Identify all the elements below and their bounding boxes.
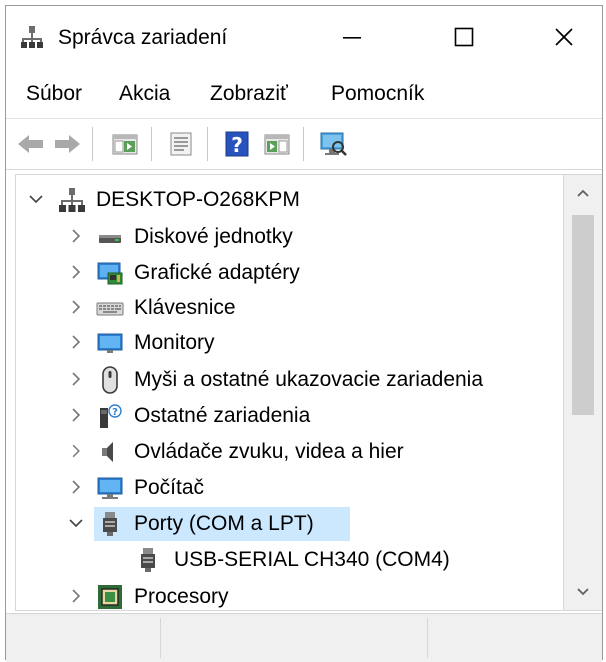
port-icon (141, 548, 155, 572)
mouse-icon (102, 366, 118, 394)
chevron-right-icon[interactable] (68, 479, 84, 495)
properties-icon[interactable] (166, 129, 196, 159)
tree-item-label: Klávesnice (134, 296, 236, 319)
svg-text:?: ? (231, 133, 243, 157)
toolbar-separator (207, 127, 208, 161)
tree-item-ports[interactable]: Porty (COM a LPT) (16, 507, 563, 541)
tree-item-label: Myši a ostatné ukazovacie zariadenia (134, 368, 484, 391)
close-button[interactable] (536, 6, 592, 68)
disk-drive-icon (99, 235, 121, 243)
chevron-down-icon[interactable] (28, 191, 44, 207)
toolbar-separator (303, 127, 304, 161)
tree-item-other-devices[interactable]: ? Ostatné zariadenia (16, 399, 563, 433)
tree-item-label: USB-SERIAL CH340 (COM4) (174, 548, 450, 571)
tree-item-label: Porty (COM a LPT) (134, 512, 314, 535)
chevron-right-icon[interactable] (68, 334, 84, 350)
device-manager-app-icon (21, 26, 43, 48)
port-icon (103, 512, 117, 536)
toolbar-separator (151, 127, 152, 161)
forward-arrow-icon[interactable] (52, 129, 82, 159)
toolbar: ? (6, 118, 602, 170)
menu-file[interactable]: Súbor (26, 81, 82, 107)
chevron-right-icon[interactable] (68, 588, 84, 604)
keyboard-icon (96, 302, 124, 316)
tree-item-label: Grafické adaptéry (134, 261, 300, 284)
tree-item-keyboards[interactable]: Klávesnice (16, 291, 563, 325)
chevron-right-icon[interactable] (68, 264, 84, 280)
tree-item-label: Ovládače zvuku, videa a hier (134, 440, 404, 463)
tree-item-label: Ostatné zariadenia (134, 404, 311, 427)
tree-item-display-adapters[interactable]: Grafické adaptéry (16, 256, 563, 290)
scrollbar-thumb[interactable] (572, 215, 594, 415)
tree-item-sound-video-game[interactable]: Ovládače zvuku, videa a hier (16, 435, 563, 469)
back-arrow-icon[interactable] (16, 129, 46, 159)
chevron-right-icon[interactable] (68, 228, 84, 244)
chevron-up-icon (577, 189, 589, 197)
tree-item-usb-serial[interactable]: USB-SERIAL CH340 (COM4) (16, 543, 563, 577)
show-hide-console-tree-icon[interactable] (110, 129, 140, 159)
tree-root-label: DESKTOP-O268KPM (96, 188, 300, 211)
tree-item-label: Počítač (134, 476, 205, 499)
scan-hardware-icon[interactable] (318, 129, 348, 159)
chevron-right-icon[interactable] (68, 443, 84, 459)
vertical-scrollbar[interactable] (564, 174, 602, 611)
menu-action[interactable]: Akcia (119, 81, 170, 107)
minimize-button[interactable] (324, 6, 380, 68)
menu-bar: Súbor Akcia Zobraziť Pomocník (6, 72, 602, 116)
status-pane (428, 618, 601, 658)
chevron-right-icon[interactable] (68, 299, 84, 315)
chevron-right-icon[interactable] (68, 371, 84, 387)
chevron-right-icon[interactable] (68, 407, 84, 423)
other-devices-icon: ? (100, 404, 122, 428)
minimize-icon (343, 37, 361, 39)
tree-item-disk-drives[interactable]: Diskové jednotky (16, 220, 563, 254)
status-bar (6, 613, 602, 662)
display-adapter-icon (97, 262, 123, 285)
tree-item-monitors[interactable]: Monitory (16, 326, 563, 360)
processor-icon (98, 585, 122, 609)
computer-icon (97, 477, 123, 499)
maximize-button[interactable] (436, 6, 492, 68)
tree-item-computer[interactable]: Počítač (16, 471, 563, 505)
toolbar-separator (92, 127, 93, 161)
computer-tree-icon (59, 188, 85, 212)
device-tree[interactable]: DESKTOP-O268KPM Diskové jednotky Grafick… (15, 174, 564, 611)
device-manager-window: Správca zariadení Súbor Akcia Zobraziť P… (5, 5, 603, 662)
run-icon[interactable] (262, 129, 292, 159)
tree-item-label: Diskové jednotky (134, 225, 293, 248)
tree-item-label: Monitory (134, 331, 215, 354)
menu-help[interactable]: Pomocník (331, 81, 424, 107)
menu-view[interactable]: Zobraziť (210, 81, 288, 107)
chevron-down-icon (577, 588, 589, 596)
speaker-icon (102, 442, 113, 462)
svg-text:?: ? (112, 407, 118, 418)
window-title: Správca zariadení (58, 26, 228, 49)
chevron-down-icon[interactable] (68, 515, 84, 531)
monitor-icon (97, 333, 123, 353)
tree-root[interactable]: DESKTOP-O268KPM (16, 183, 563, 217)
maximize-icon (454, 27, 474, 47)
tree-item-processors[interactable]: Procesory (16, 580, 563, 610)
status-pane (6, 618, 161, 658)
close-icon (555, 28, 573, 46)
status-pane (161, 618, 428, 658)
title-bar[interactable]: Správca zariadení (6, 6, 602, 68)
tree-item-label: Procesory (134, 585, 229, 608)
scroll-down-button[interactable] (564, 572, 602, 610)
help-icon[interactable]: ? (222, 129, 252, 159)
scroll-up-button[interactable] (564, 175, 602, 213)
tree-item-mice[interactable]: Myši a ostatné ukazovacie zariadenia (16, 363, 563, 397)
